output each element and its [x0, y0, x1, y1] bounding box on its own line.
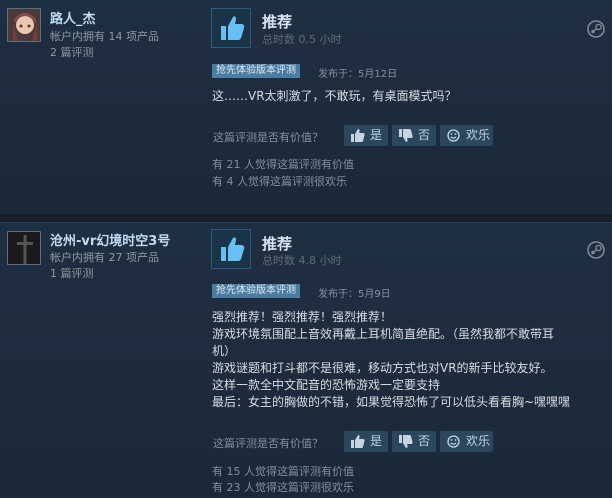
helpful-count: 有 21 人觉得这篇评测有价值: [212, 158, 354, 171]
funny-count: 有 23 人觉得这篇评测很欢乐: [212, 481, 354, 494]
thumbs-up-icon: [351, 129, 365, 142]
vote-yes-label: 是: [370, 434, 383, 448]
verdict-label[interactable]: 推荐: [262, 233, 292, 254]
verdict-label[interactable]: 推荐: [262, 11, 292, 32]
review-count[interactable]: 1 篇评测: [50, 265, 94, 281]
thumbs-up-icon: [351, 435, 365, 448]
review-text-line: 强烈推荐！强烈推荐！强烈推荐！: [212, 310, 393, 324]
vote-funny-label: 欢乐: [466, 128, 491, 142]
vote-no-button[interactable]: 否: [392, 431, 436, 452]
vote-no-label: 否: [418, 128, 431, 142]
review-text-line: 这……VR太刺激了，不敢玩，有桌面模式吗？: [212, 89, 457, 103]
early-access-badge: 抢先体验版本评测: [212, 284, 300, 298]
vote-yes-label: 是: [370, 128, 383, 142]
smiley-icon: [447, 129, 460, 142]
review-text-line: 游戏谜题和打斗都不是很难，移动方式也对VR的新手比较友好。: [212, 361, 553, 375]
posted-date: 发布于：5月12日: [318, 69, 398, 80]
review-text-line: 最后：女主的胸做的不错，如果觉得恐怖了可以低头看看胸~嘿嘿嘿: [212, 395, 571, 409]
user-name[interactable]: 路人_杰: [50, 8, 96, 27]
avatar[interactable]: [7, 231, 41, 265]
review-body: 强烈推荐！强烈推荐！强烈推荐！ 游戏环境氛围配上音效再戴上耳机简直绝配。（虽然我…: [212, 309, 607, 411]
review-card: 路人_杰 帐户内拥有 14 项产品 2 篇评测 推荐 总时数 0.5 小时 抢先…: [0, 0, 612, 214]
vote-funny-button[interactable]: 欢乐: [440, 431, 493, 452]
review-body: 这……VR太刺激了，不敢玩，有桌面模式吗？: [212, 88, 607, 105]
products-owned[interactable]: 帐户内拥有 14 项产品: [50, 28, 159, 44]
products-owned[interactable]: 帐户内拥有 27 项产品: [50, 249, 159, 265]
thumbs-down-icon: [399, 435, 413, 448]
thumbs-up-icon[interactable]: [211, 8, 251, 48]
steam-icon: [587, 241, 605, 259]
steam-icon: [587, 20, 605, 38]
hours-played: 总时数 4.8 小时: [262, 254, 342, 267]
avatar[interactable]: [7, 8, 41, 42]
review-count[interactable]: 2 篇评测: [50, 44, 94, 60]
helpful-count: 有 15 人觉得这篇评测有价值: [212, 465, 354, 478]
thumbs-down-icon: [399, 129, 413, 142]
helpful-question: 这篇评测是否有价值？: [213, 131, 323, 144]
review-card: 沧州-vr幻境时空3号 帐户内拥有 27 项产品 1 篇评测 推荐 总时数 4.…: [0, 222, 612, 498]
vote-no-label: 否: [418, 434, 431, 448]
hours-played: 总时数 0.5 小时: [262, 33, 342, 46]
vote-no-button[interactable]: 否: [392, 125, 436, 146]
review-separator: [0, 214, 612, 222]
posted-date: 发布于：5月9日: [318, 289, 391, 300]
vote-yes-button[interactable]: 是: [344, 431, 388, 452]
helpful-question: 这篇评测是否有价值？: [213, 437, 323, 450]
vote-funny-button[interactable]: 欢乐: [440, 125, 493, 146]
review-text-line: 机）: [212, 344, 237, 358]
thumbs-up-icon[interactable]: [211, 229, 251, 269]
review-text-line: 这样一款全中文配音的恐怖游戏一定要支持: [212, 378, 441, 392]
funny-count: 有 4 人觉得这篇评测很欢乐: [212, 175, 347, 188]
user-name[interactable]: 沧州-vr幻境时空3号: [50, 230, 170, 249]
review-text-line: 游戏环境氛围配上音效再戴上耳机简直绝配。（虽然我都不敢带耳: [212, 327, 555, 341]
early-access-badge: 抢先体验版本评测: [212, 64, 300, 78]
smiley-icon: [447, 435, 460, 448]
vote-yes-button[interactable]: 是: [344, 125, 388, 146]
vote-funny-label: 欢乐: [466, 434, 491, 448]
